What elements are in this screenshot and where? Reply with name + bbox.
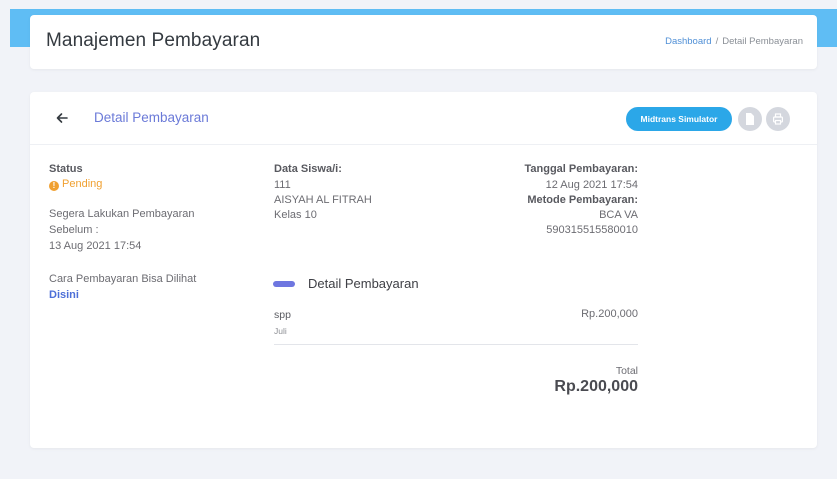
document-icon	[746, 113, 754, 125]
student-data-label: Data Siswa/i:	[274, 163, 342, 175]
payment-date-value: 12 Aug 2021 17:54	[545, 179, 638, 191]
page-title: Manajemen Pembayaran	[46, 30, 261, 51]
breadcrumb-dashboard-link[interactable]: Dashboard	[665, 36, 711, 47]
deadline-text: Segera Lakukan Pembayaran	[49, 208, 195, 220]
item-price: Rp.200,000	[581, 308, 638, 320]
item-period: Juli	[274, 326, 287, 336]
how-to-pay-link[interactable]: Disini	[49, 289, 79, 301]
payment-method-label: Metode Pembayaran:	[527, 194, 638, 206]
section-marker	[273, 281, 295, 287]
payment-detail-card: Detail Pembayaran Midtrans Simulator Sta…	[30, 92, 817, 448]
arrow-left-icon[interactable]	[54, 110, 70, 126]
item-name: spp	[274, 309, 291, 321]
total-label: Total	[615, 365, 638, 377]
detail-heading: Detail Pembayaran	[308, 276, 419, 291]
how-to-pay-text: Cara Pembayaran Bisa Dilihat	[49, 273, 197, 285]
deadline-before-label: Sebelum :	[49, 224, 99, 236]
page-header: Manajemen Pembayaran Dashboard / Detail Pe…	[30, 15, 817, 69]
status-badge: ! Pending	[49, 178, 102, 191]
divider	[274, 344, 638, 345]
card-header: Detail Pembayaran Midtrans Simulator	[30, 92, 817, 145]
breadcrumb: Dashboard / Detail Pembayaran	[665, 36, 803, 47]
student-id: 111	[274, 179, 291, 191]
document-button[interactable]	[738, 107, 762, 131]
total-value: Rp.200,000	[554, 378, 638, 395]
status-label: Status	[49, 163, 83, 175]
student-name: AISYAH AL FITRAH	[274, 194, 372, 206]
exclamation-circle-icon: !	[49, 181, 59, 191]
payment-date-label: Tanggal Pembayaran:	[524, 163, 639, 175]
card-title: Detail Pembayaran	[94, 110, 209, 125]
status-value: Pending	[62, 178, 103, 190]
deadline-date: 13 Aug 2021 17:54	[49, 240, 142, 252]
virtual-account-number: 590315515580010	[546, 224, 638, 236]
midtrans-simulator-button[interactable]: Midtrans Simulator	[626, 107, 732, 131]
student-class: Kelas 10	[274, 209, 317, 221]
breadcrumb-current: Detail Pembayaran	[722, 36, 803, 47]
breadcrumb-separator: /	[715, 36, 719, 47]
printer-icon	[773, 113, 783, 125]
print-button[interactable]	[766, 107, 790, 131]
payment-method-value: BCA VA	[599, 209, 638, 221]
